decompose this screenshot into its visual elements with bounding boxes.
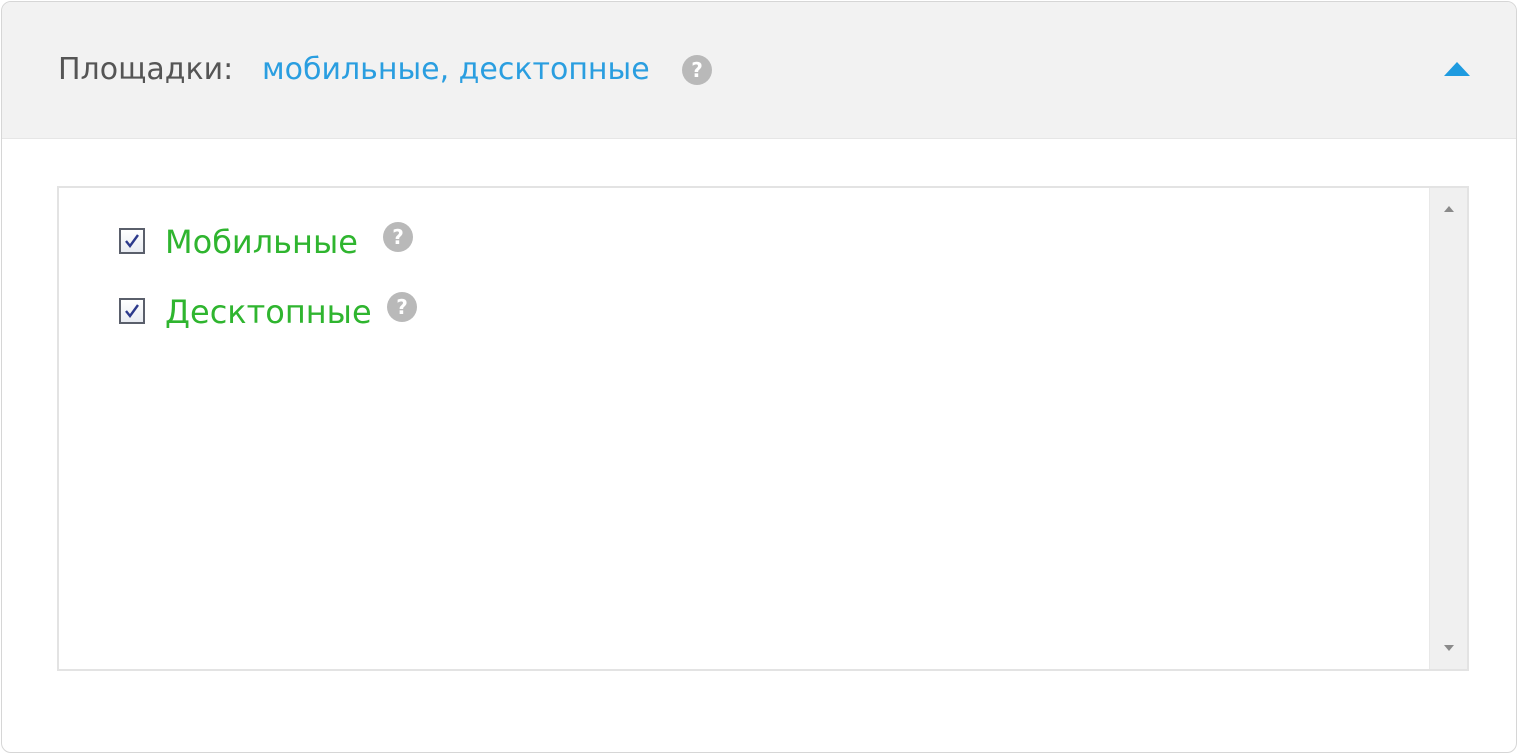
collapse-toggle-button[interactable] [1440,54,1474,84]
question-circle-icon[interactable]: ? [682,55,712,85]
mobile-checkbox[interactable] [119,228,145,254]
panel-header[interactable]: Площадки: мобильные, десктопные ? [2,2,1516,139]
platforms-panel: Площадки: мобильные, десктопные ? Мобиль… [1,1,1517,753]
scroll-down-arrow-icon[interactable] [1441,641,1457,655]
desktop-checkbox[interactable] [119,298,145,324]
platforms-list: Мобильные ? Десктопные ? [57,186,1469,671]
platforms-label: Площадки: [58,52,234,87]
desktop-label[interactable]: Десктопные [165,290,372,334]
checkmark-icon [125,234,139,248]
vertical-scrollbar[interactable] [1429,188,1467,669]
mobile-label[interactable]: Мобильные [165,220,358,264]
checkmark-icon [125,304,139,318]
question-circle-icon[interactable]: ? [387,292,417,322]
scroll-up-arrow-icon[interactable] [1441,202,1457,216]
selected-platforms-value[interactable]: мобильные, десктопные [262,50,650,90]
triangle-up-icon [1444,62,1470,76]
question-circle-icon[interactable]: ? [383,222,413,252]
